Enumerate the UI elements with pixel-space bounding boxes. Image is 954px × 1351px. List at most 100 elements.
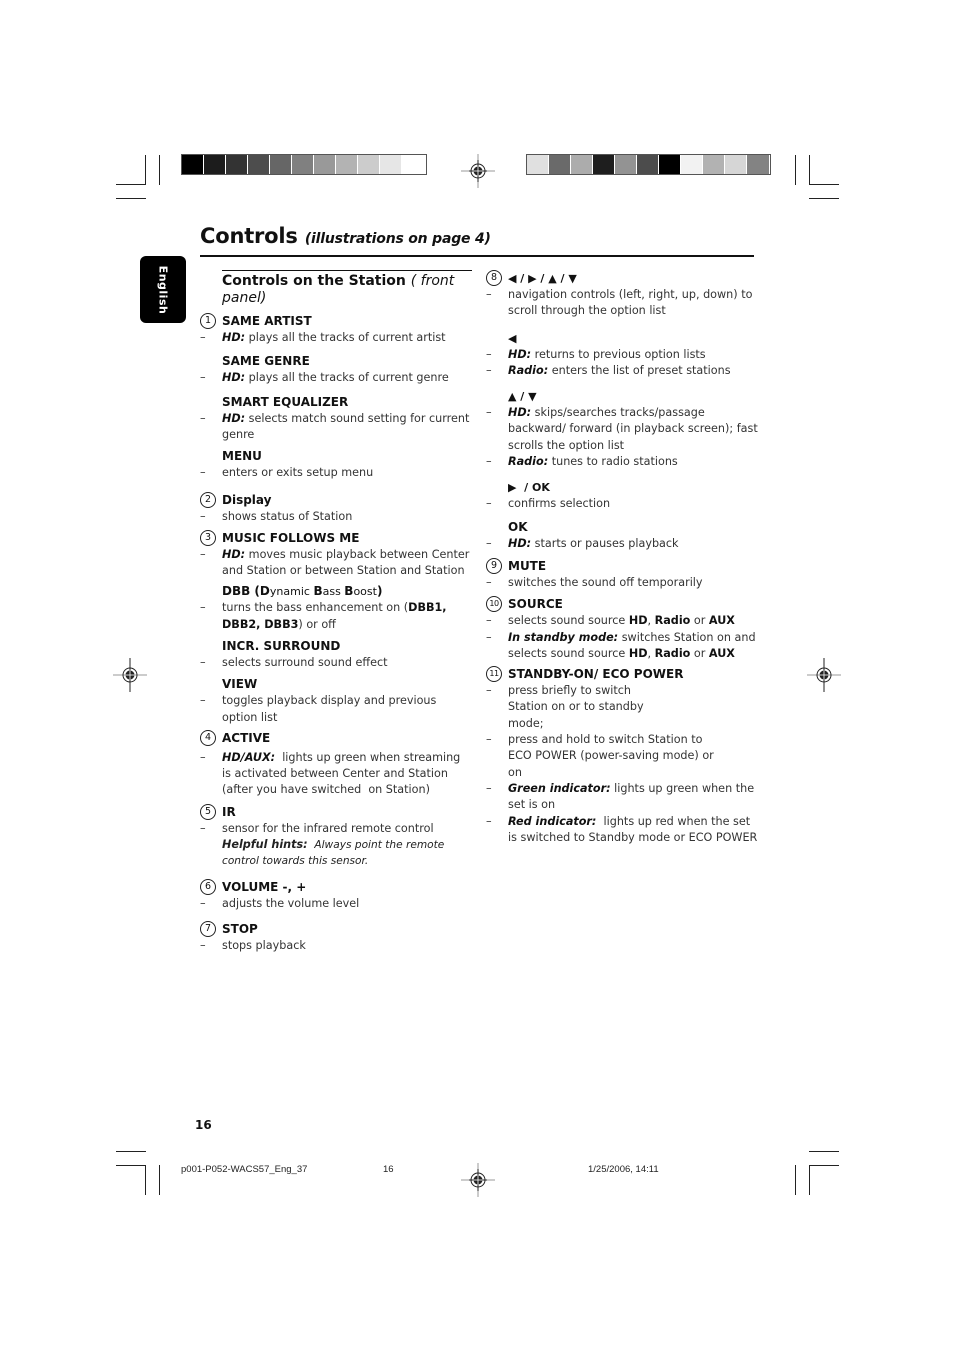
description-text: returns to previous option lists [531, 347, 706, 361]
control-description: HD: starts or pauses playback [486, 536, 758, 553]
control-label: SOURCE [508, 597, 563, 612]
description-text: enters the list of preset stations [548, 363, 731, 377]
label-part: oost [353, 585, 377, 599]
control-description: press and hold to switch Station to ECO … [486, 732, 758, 781]
control-description: Green indicator: lights up green when th… [486, 781, 758, 814]
mode-prefix: HD: [222, 331, 246, 344]
up-down-arrows-icon: ▲ / ▼ [508, 390, 537, 404]
control-label: SAME ARTIST [222, 314, 312, 328]
control-up-down-arrows: ▲ / ▼ [486, 388, 758, 405]
page-title-text: Controls [200, 224, 298, 248]
description-text: selects sound source [508, 614, 629, 628]
callout-number: 1 [200, 313, 216, 329]
hint-label: Helpful hints: [222, 838, 308, 852]
control-label: IR [222, 804, 236, 819]
source-aux: AUX [708, 614, 735, 628]
color-swatch [380, 155, 402, 174]
language-tab: English [140, 256, 186, 323]
page-number: 16 [195, 1118, 212, 1132]
mode-prefix: HD: [222, 547, 246, 561]
left-column: Controls on the Station ( front panel) 1… [200, 270, 472, 955]
color-swatch [593, 155, 615, 174]
control-label: Display [222, 493, 272, 508]
control-description: HD: returns to previous option lists [486, 347, 758, 364]
label-part: ass [322, 585, 345, 599]
control-description: navigation controls (left, right, up, do… [486, 287, 758, 320]
mode-prefix: Radio: [508, 363, 549, 377]
description-text: moves music playback between Center and … [222, 547, 470, 578]
separator: or [690, 614, 709, 628]
callout-number: 5 [200, 803, 216, 820]
control-description: press briefly to switch Station on or to… [486, 683, 758, 732]
color-bar-left [181, 154, 427, 175]
control-same-artist: 1 SAME ARTIST [200, 313, 472, 330]
red-indicator-label: Red indicator: [508, 814, 597, 828]
registration-mark-icon [113, 658, 147, 692]
section-title-text: Controls on the Station [222, 273, 406, 289]
description-text: skips/searches tracks/passage backward/ … [508, 406, 758, 452]
section-divider [222, 270, 472, 271]
title-divider [200, 255, 754, 257]
control-description: turns the bass enhancement on (DBB1, DBB… [200, 600, 472, 633]
page-title: Controls (illustrations on page 4) [200, 224, 491, 248]
control-label: STANDBY-ON/ ECO POWER [508, 667, 684, 682]
control-smart-equalizer: SMART EQUALIZER [200, 394, 472, 411]
color-swatch [637, 155, 659, 174]
control-menu: MENU [200, 448, 472, 465]
control-label: MUSIC FOLLOWS ME [222, 530, 360, 545]
control-mute: 9 MUTE [486, 557, 758, 575]
left-arrow-icon: ◀ [508, 331, 517, 345]
color-swatch [659, 155, 681, 174]
callout-number: 2 [200, 492, 216, 509]
green-indicator-label: Green indicator: [508, 781, 611, 795]
control-description: adjusts the volume level [200, 896, 472, 913]
control-description: toggles playback display and previous op… [200, 693, 472, 726]
control-label: MENU [222, 449, 262, 464]
control-dbb: DBB (Dynamic Bass Boost) [200, 583, 472, 600]
callout-number: 4 [200, 729, 216, 746]
color-swatch [292, 155, 314, 174]
control-description: HD: moves music playback between Center … [200, 547, 472, 580]
control-label: ACTIVE [222, 730, 271, 745]
description-text: plays all the tracks of current artist [245, 331, 446, 344]
control-description: sensor for the infrared remote control [200, 821, 472, 838]
callout-number: 6 [200, 878, 216, 895]
color-swatch [358, 155, 380, 174]
color-swatch [314, 155, 336, 174]
source-aux: AUX [708, 646, 735, 660]
separator: , [647, 614, 655, 628]
control-navigation: 8 ◀ / ▶ / ▲ / ▼ [486, 270, 758, 287]
control-description: HD: skips/searches tracks/passage backwa… [486, 405, 758, 454]
control-description: shows status of Station [200, 509, 472, 526]
description-text: tunes to radio stations [548, 455, 678, 469]
control-stop: 7 STOP [200, 920, 472, 938]
control-description: HD: plays all the tracks of current genr… [200, 370, 472, 387]
slug-file-name: p001-P052-WACS57_Eng_37 [181, 1164, 308, 1175]
color-swatch [615, 155, 637, 174]
description-text: starts or pauses playback [531, 536, 679, 550]
control-label: STOP [222, 921, 258, 936]
right-column: 8 ◀ / ▶ / ▲ / ▼ navigation controls (lef… [486, 270, 758, 846]
mode-prefix: HD/AUX: [222, 750, 276, 764]
control-description: selects sound source HD, Radio or AUX [486, 613, 758, 630]
control-standby-eco-power: 11 STANDBY-ON/ ECO POWER [486, 666, 758, 683]
control-view: VIEW [200, 676, 472, 693]
control-active: 4 ACTIVE [200, 729, 472, 747]
control-description: switches the sound off temporarily [486, 575, 758, 592]
control-same-genre: SAME GENRE [200, 353, 472, 370]
right-arrow-ok-label: ▶ / OK [508, 481, 550, 495]
control-label: VOLUME -, + [222, 879, 307, 894]
callout-number: 8 [486, 270, 502, 286]
color-swatch [571, 155, 593, 174]
source-radio: Radio [654, 614, 691, 628]
description-text: ) or off [298, 617, 336, 631]
control-description: HD/AUX: lights up green when streaming i… [200, 750, 472, 799]
mode-prefix: HD: [508, 536, 532, 550]
callout-number: 7 [200, 920, 216, 937]
slug-page-number: 16 [383, 1164, 394, 1175]
control-description: selects surround sound effect [200, 655, 472, 672]
callout-number: 3 [200, 529, 216, 546]
page-subtitle: (illustrations on page 4) [304, 231, 491, 247]
label-part: DBB ( [222, 584, 260, 599]
control-volume: 6 VOLUME -, + [200, 878, 472, 896]
